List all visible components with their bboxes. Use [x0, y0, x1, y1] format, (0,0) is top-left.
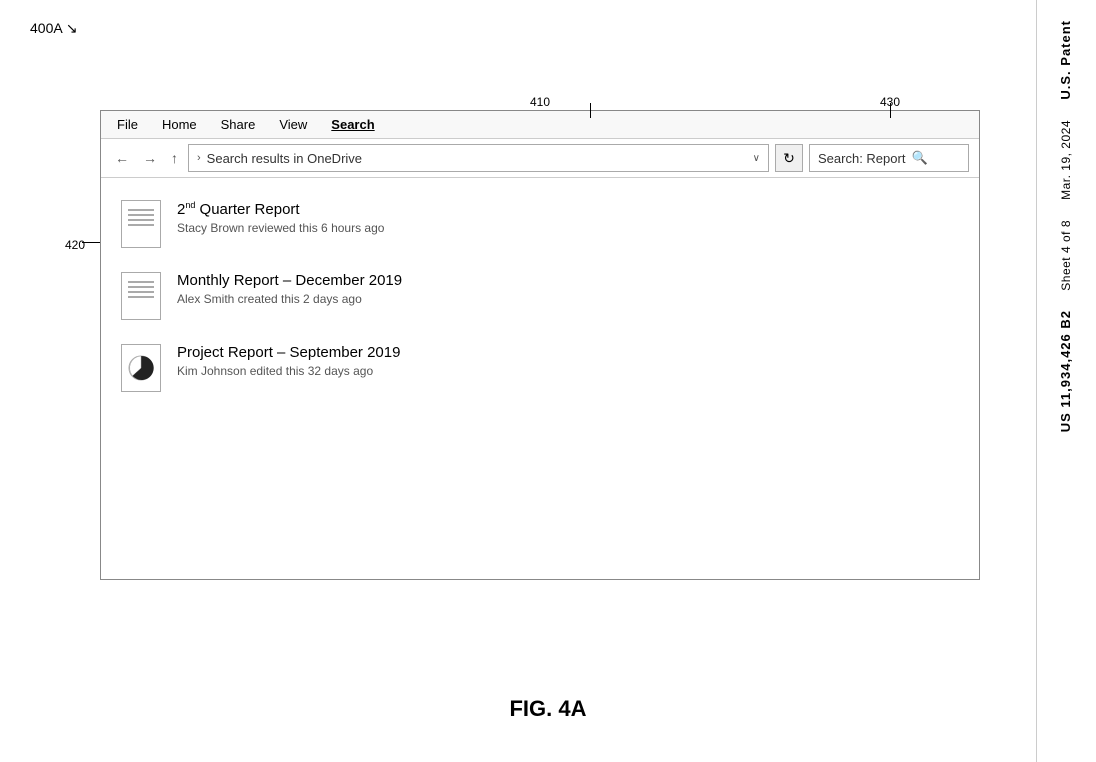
patent-date: Mar. 19, 2024 — [1058, 120, 1075, 200]
file-info-3: Project Report – September 2019 Kim John… — [177, 344, 400, 378]
list-item[interactable]: Monthly Report – December 2019 Alex Smit… — [101, 260, 979, 332]
search-box[interactable]: Search: Report 🔍 — [809, 144, 969, 172]
annotation-line-430 — [890, 103, 891, 118]
up-button[interactable]: ↑ — [167, 148, 182, 168]
file-meta-3: Kim Johnson edited this 32 days ago — [177, 364, 400, 378]
file-meta-1: Stacy Brown reviewed this 6 hours ago — [177, 221, 384, 235]
search-icon: 🔍 — [911, 150, 927, 166]
diagram-label-400a: 400A ↘ — [30, 20, 78, 37]
file-icon-1 — [121, 200, 161, 248]
menu-search[interactable]: Search — [331, 117, 374, 132]
content-area: 2nd Quarter Report Stacy Brown reviewed … — [101, 178, 979, 414]
menu-share[interactable]: Share — [221, 117, 256, 132]
menu-home[interactable]: Home — [162, 117, 197, 132]
file-icon-2 — [121, 272, 161, 320]
search-box-text: Search: Report — [818, 151, 905, 166]
forward-button[interactable]: → — [139, 148, 161, 168]
file-info-2: Monthly Report – December 2019 Alex Smit… — [177, 272, 402, 306]
refresh-icon: ↻ — [783, 150, 795, 167]
patent-number: US 11,934,426 B2 — [1057, 310, 1075, 432]
file-name-3: Project Report – September 2019 — [177, 344, 400, 361]
toolbar: ← → ↑ › Search results in OneDrive ∨ ↻ S… — [101, 139, 979, 178]
pie-chart-icon — [126, 353, 156, 383]
file-name-2: Monthly Report – December 2019 — [177, 272, 402, 289]
address-text: Search results in OneDrive — [207, 151, 747, 166]
annotation-line-420 — [82, 242, 100, 243]
patent-title: U.S. Patent — [1057, 20, 1075, 100]
annotation-420: 420 — [65, 238, 85, 252]
annotation-410: 410 — [530, 95, 550, 109]
address-bar[interactable]: › Search results in OneDrive ∨ — [188, 144, 769, 172]
arrow-indicator: ↘ — [66, 20, 78, 36]
explorer-window: File Home Share View Search ← → ↑ › Sear… — [100, 110, 980, 580]
annotation-line-410 — [590, 103, 591, 118]
menu-bar: File Home Share View Search — [101, 111, 979, 139]
refresh-button[interactable]: ↻ — [775, 144, 803, 172]
dropdown-icon: ∨ — [753, 153, 760, 164]
list-item[interactable]: Project Report – September 2019 Kim John… — [101, 332, 979, 404]
patent-sheet: Sheet 4 of 8 — [1058, 220, 1075, 291]
label-text: 400A — [30, 20, 62, 36]
file-name-1: 2nd Quarter Report — [177, 200, 384, 218]
figure-caption: FIG. 4A — [509, 696, 586, 722]
address-chevron: › — [197, 152, 201, 164]
list-item[interactable]: 2nd Quarter Report Stacy Brown reviewed … — [101, 188, 979, 260]
file-icon-3 — [121, 344, 161, 392]
menu-view[interactable]: View — [279, 117, 307, 132]
back-button[interactable]: ← — [111, 148, 133, 168]
patent-sidebar: U.S. Patent Mar. 19, 2024 Sheet 4 of 8 U… — [1036, 0, 1096, 762]
file-info-1: 2nd Quarter Report Stacy Brown reviewed … — [177, 200, 384, 235]
file-meta-2: Alex Smith created this 2 days ago — [177, 292, 402, 306]
menu-file[interactable]: File — [117, 117, 138, 132]
